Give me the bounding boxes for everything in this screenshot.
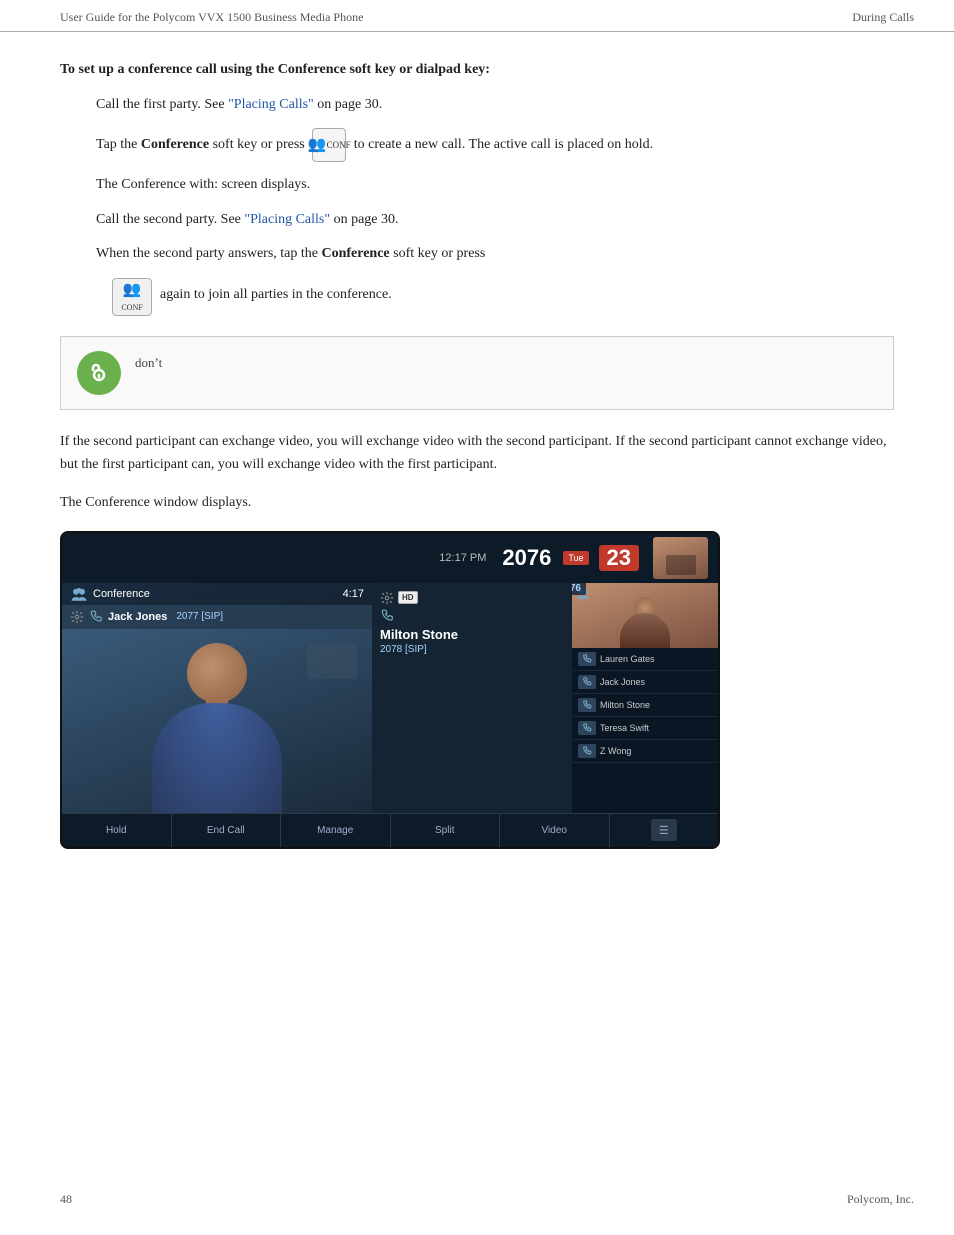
header-left: User Guide for the Polycom VVX 1500 Busi…: [60, 10, 363, 25]
step-5: When the second party answers, tap the C…: [60, 243, 894, 265]
contact-lauren-gates[interactable]: Lauren Gates: [572, 648, 718, 671]
date-number: 23: [599, 545, 639, 571]
main-content: To set up a conference call using the Co…: [0, 32, 954, 905]
note-box: don’t: [60, 336, 894, 410]
video-area: [62, 629, 372, 813]
step-3: The Conference with: screen displays.: [60, 174, 894, 196]
gear-icon-2: [380, 591, 394, 605]
phone-icon-2: [380, 609, 394, 623]
bg-monitor: [307, 644, 357, 679]
conference-label: Conference: [93, 588, 150, 600]
hd-badge: HD: [398, 591, 418, 604]
company-name: Polycom, Inc.: [847, 1192, 914, 1207]
jack-jones-sip: 2077 [SIP]: [176, 611, 223, 622]
middle-top-row: HD: [380, 591, 564, 605]
softkey-hold[interactable]: Hold: [62, 814, 172, 847]
conference-header: Conference 4:17: [62, 583, 372, 605]
page-number: 48: [60, 1192, 72, 1207]
softkey-split[interactable]: Split: [391, 814, 501, 847]
contact-z-wong[interactable]: Z Wong: [572, 740, 718, 763]
phone-inner: 12:17 PM 2076 Tue 23: [62, 533, 718, 847]
softkey-menu[interactable]: ☰: [610, 814, 719, 847]
phone-time: 12:17 PM: [439, 552, 486, 564]
right-section: 2076 Lauren Gates: [572, 583, 718, 813]
thumb-person: [615, 593, 675, 648]
section-heading: To set up a conference call using the Co…: [60, 62, 894, 78]
step-5b: 👥 CONF again to join all parties in the …: [60, 278, 894, 316]
page-header: User Guide for the Polycom VVX 1500 Busi…: [0, 0, 954, 32]
person-body: [152, 703, 282, 813]
top-right-thumb: [653, 537, 708, 579]
call-icon-lauren: [578, 652, 596, 666]
body-para-2: The Conference window displays.: [60, 491, 894, 515]
contact-jack-jones[interactable]: Jack Jones: [572, 671, 718, 694]
contact-teresa-swift[interactable]: Teresa Swift: [572, 717, 718, 740]
call-icon-teresa: [578, 721, 596, 735]
menu-icon: ☰: [651, 819, 677, 841]
call-icon-zwong: [578, 744, 596, 758]
jack-jones-name: Jack Jones: [108, 611, 167, 623]
date-day: Tue: [563, 551, 588, 565]
note-icon: [77, 351, 121, 395]
conference-timer: 4:17: [343, 588, 364, 600]
phone-status-bar: 12:17 PM 2076 Tue 23: [62, 533, 718, 583]
conf-block-icon: 👥 CONF: [112, 278, 152, 316]
gear-icon: [70, 610, 84, 624]
call-icon-milton: [578, 698, 596, 712]
step-1: Call the first party. See "Placing Calls…: [60, 94, 894, 116]
placing-calls-link-2[interactable]: "Placing Calls": [244, 212, 330, 227]
step-4: Call the second party. See "Placing Call…: [60, 209, 894, 231]
call-icon-jack: [578, 675, 596, 689]
thumb-badge-area: 2076: [576, 588, 590, 599]
placing-calls-link-1[interactable]: "Placing Calls": [228, 97, 314, 112]
contact-milton-stone[interactable]: Milton Stone: [572, 694, 718, 717]
right-number: 2076: [572, 583, 586, 595]
softkey-video[interactable]: Video: [500, 814, 610, 847]
phone-number: 2076: [502, 545, 551, 571]
contact-name-zwong: Z Wong: [600, 746, 712, 756]
right-video-thumb: 2076: [572, 583, 718, 648]
call-content: Conference 4:17: [62, 583, 718, 813]
conf-header-left: Conference: [70, 587, 150, 601]
person-head: [187, 643, 247, 703]
person-figure: [132, 633, 302, 813]
conference-icon: [70, 587, 88, 601]
step-2: Tap the Conference soft key or press 👥CO…: [60, 128, 894, 162]
contact-name-milton: Milton Stone: [600, 700, 712, 710]
page-footer: 48 Polycom, Inc.: [0, 1184, 954, 1215]
header-right: During Calls: [852, 10, 914, 25]
middle-phone-row: [380, 609, 564, 623]
contact-name-jack: Jack Jones: [600, 677, 712, 687]
phone-icon: [89, 610, 103, 624]
milton-stone-name: Milton Stone: [380, 627, 564, 642]
contact-list: Lauren Gates Jack Jones: [572, 648, 718, 763]
body-para-1: If the second participant can exchange v…: [60, 430, 894, 478]
phone-screenshot: 12:17 PM 2076 Tue 23: [60, 531, 720, 849]
contact-name-teresa: Teresa Swift: [600, 723, 712, 733]
contact-name-lauren: Lauren Gates: [600, 654, 712, 664]
softkey-manage[interactable]: Manage: [281, 814, 391, 847]
jack-jones-row: Jack Jones 2077 [SIP]: [62, 605, 372, 629]
thumb-body: [620, 613, 670, 648]
milton-stone-sip: 2078 [SIP]: [380, 644, 564, 655]
softkey-end-call[interactable]: End Call: [172, 814, 282, 847]
note-text: don’t: [135, 351, 162, 373]
left-section: Conference 4:17: [62, 583, 372, 813]
middle-section: HD Milton Stone 2078 [SIP]: [372, 583, 572, 813]
conf-icon-inline-1: 👥CONF: [312, 128, 346, 162]
softkey-bar: Hold End Call Manage Split Video ☰: [62, 813, 718, 847]
